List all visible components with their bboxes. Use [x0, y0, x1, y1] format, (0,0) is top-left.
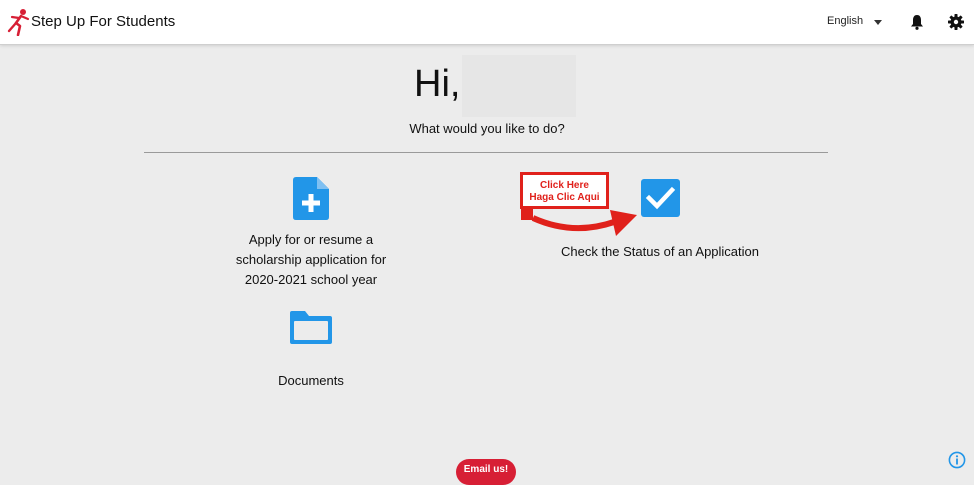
top-bar: Step Up For Students English — [0, 0, 974, 45]
greeting-heading: Hi, — [414, 63, 461, 105]
documents-link[interactable]: Documents — [211, 373, 411, 388]
user-name-redacted — [462, 55, 576, 117]
click-here-callout: Click Here Haga Clic Aqui — [520, 172, 609, 209]
page-prompt: What would you like to do? — [409, 121, 565, 136]
callout-line-2: Haga Clic Aqui — [529, 192, 600, 203]
folder-icon[interactable] — [289, 309, 333, 345]
apply-scholarship-link[interactable]: Apply for or resume a scholarship applic… — [211, 230, 411, 290]
brand-title[interactable]: Step Up For Students — [31, 13, 175, 30]
red-arrow — [521, 208, 637, 236]
apply-label-line-3: 2020-2021 school year — [244, 272, 378, 287]
bell-icon[interactable] — [910, 14, 924, 30]
language-select[interactable]: English — [827, 15, 863, 27]
checkbox-icon[interactable] — [641, 179, 680, 217]
document-plus-icon[interactable] — [293, 177, 329, 220]
runner-logo-icon[interactable] — [6, 8, 30, 36]
check-status-link[interactable]: Check the Status of an Application — [540, 244, 780, 259]
apply-label-line-2: scholarship application for — [235, 252, 387, 267]
apply-label-line-1: Apply for or resume a — [248, 232, 374, 247]
caret-down-icon[interactable] — [874, 20, 882, 25]
email-us-button[interactable]: Email us! — [456, 459, 516, 485]
info-icon[interactable] — [948, 451, 966, 469]
divider — [144, 152, 828, 153]
gear-icon[interactable] — [948, 14, 964, 30]
callout-line-1: Click Here — [540, 180, 589, 191]
